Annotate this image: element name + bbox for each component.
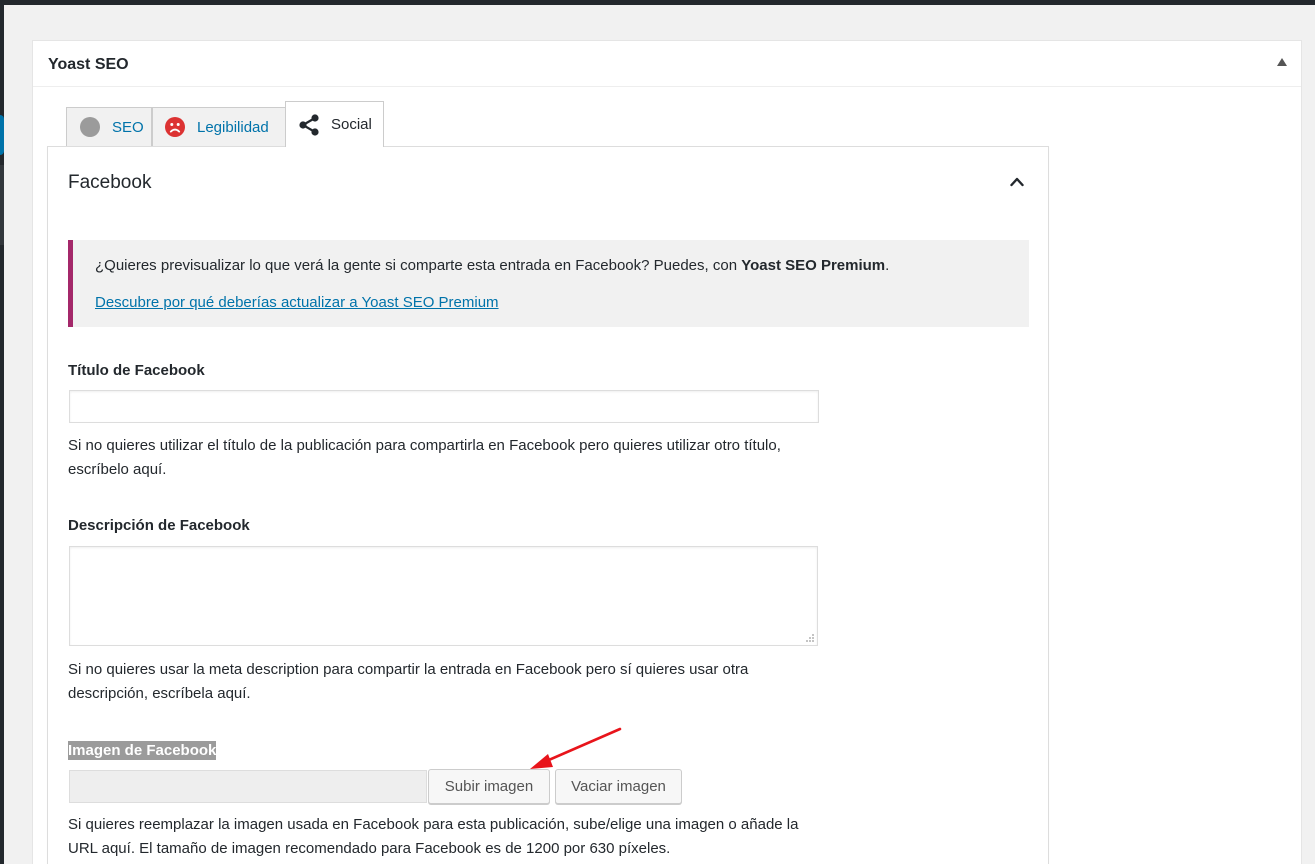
tab-seo-label: SEO — [112, 118, 144, 136]
sad-face-icon — [165, 117, 185, 137]
admin-side-menu-edge — [0, 5, 4, 864]
menu-active-indicator — [0, 115, 4, 155]
premium-upgrade-link[interactable]: Descubre por qué deberías actualizar a Y… — [95, 294, 499, 311]
tab-legibilidad-label: Legibilidad — [197, 118, 269, 136]
fb-image-label: Imagen de Facebook — [68, 741, 217, 760]
metabox-title: Yoast SEO — [48, 56, 129, 73]
tab-social[interactable]: Social — [285, 101, 384, 147]
fb-title-label: Título de Facebook — [68, 362, 205, 379]
admin-top-bar — [0, 0, 1315, 5]
clear-image-button[interactable]: Vaciar imagen — [555, 769, 682, 804]
resize-grip-icon[interactable] — [805, 633, 814, 642]
gray-circle-icon — [80, 117, 100, 137]
yoast-metabox: Yoast SEO SEO Legibilidad Social Faceboo… — [32, 40, 1302, 864]
fb-description-label: Descripción de Facebook — [68, 517, 250, 534]
annotation-arrow-icon — [530, 727, 622, 769]
upload-image-button[interactable]: Subir imagen — [428, 769, 550, 804]
fb-image-help: Si quieres reemplazar la imagen usada en… — [68, 816, 799, 857]
fb-description-help: Si no quieres usar la meta description p… — [68, 661, 749, 702]
premium-notice: ¿Quieres previsualizar lo que verá la ge… — [68, 240, 1029, 327]
fb-title-input[interactable] — [69, 390, 819, 423]
fb-title-help: Si no quieres utilizar el título de la p… — [68, 437, 781, 478]
fb-description-textarea[interactable] — [69, 546, 818, 646]
fb-image-url-input[interactable] — [69, 770, 427, 803]
tab-social-label: Social — [331, 116, 372, 133]
panel-title: Facebook — [68, 172, 152, 193]
notice-bold: Yoast SEO Premium — [741, 257, 886, 274]
menu-submenu-edge — [0, 165, 4, 245]
metabox-header[interactable]: Yoast SEO — [33, 41, 1301, 87]
notice-text: ¿Quieres previsualizar lo que verá la ge… — [95, 257, 890, 274]
collapse-triangle-icon[interactable] — [1277, 58, 1287, 66]
tab-legibilidad[interactable]: Legibilidad — [152, 107, 286, 146]
share-icon — [299, 113, 319, 136]
tab-seo[interactable]: SEO — [66, 107, 152, 146]
chevron-up-icon[interactable] — [1010, 175, 1024, 189]
